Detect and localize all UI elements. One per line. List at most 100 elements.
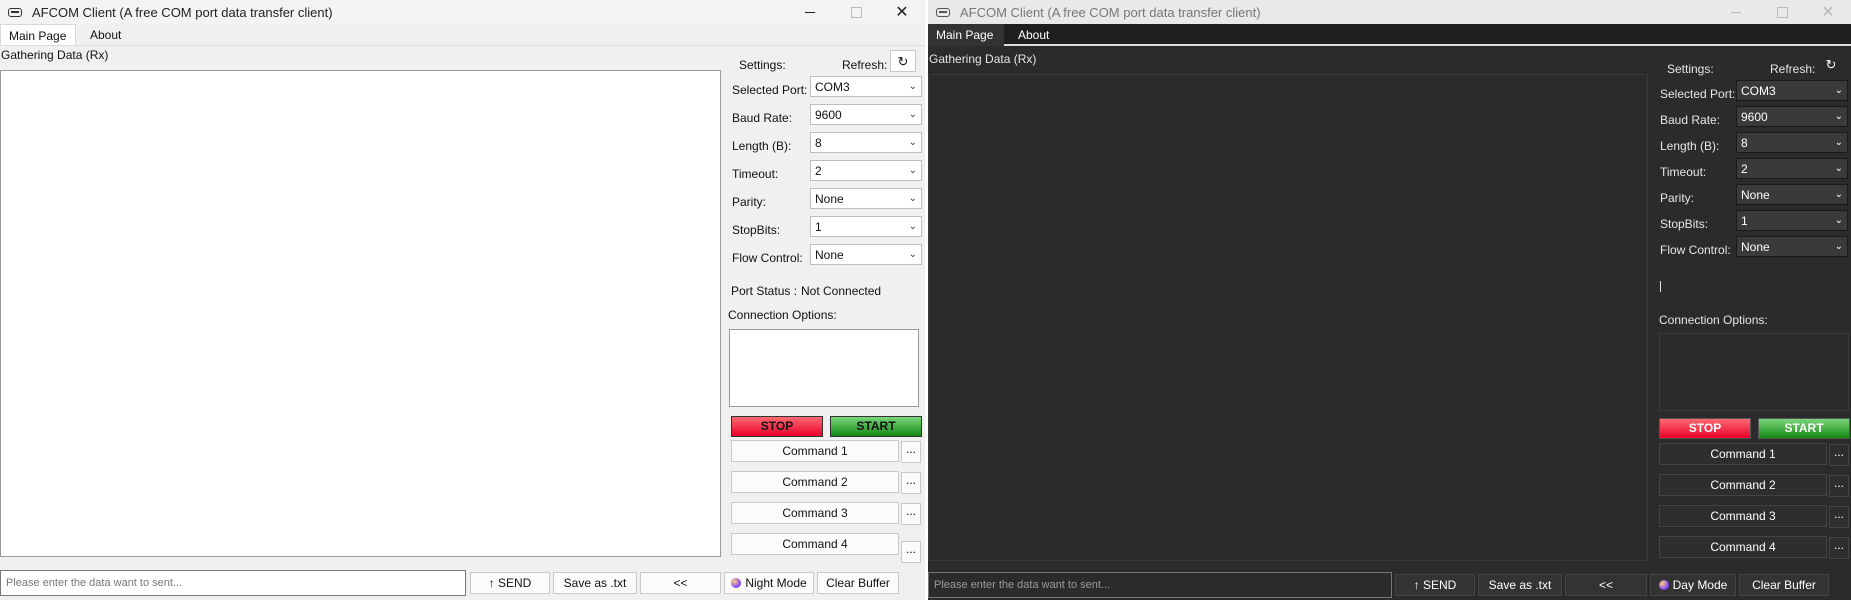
chevron-down-icon: ⌄: [1834, 215, 1843, 226]
command-3-options-button[interactable]: ...: [901, 503, 921, 525]
rx-data-area[interactable]: [0, 70, 721, 557]
command-4-button[interactable]: Command 4: [731, 533, 899, 555]
start-button[interactable]: START: [830, 416, 922, 437]
save-as-txt-button[interactable]: Save as .txt: [553, 572, 637, 594]
settings-panel: Settings: Refresh: ↻ Selected Port: COM3 ⌄…: [728, 50, 925, 306]
chevron-down-icon: ⌄: [908, 109, 917, 120]
close-button[interactable]: ✕: [879, 0, 925, 24]
command-3-options-button[interactable]: ...: [1829, 506, 1849, 528]
port-select[interactable]: COM3 ⌄: [810, 76, 922, 97]
stopbits-select[interactable]: 1 ⌄: [810, 216, 922, 237]
field-label-port: Selected Port:: [1660, 87, 1736, 101]
moon-icon: [731, 578, 742, 588]
parity-select[interactable]: None ⌄: [1736, 184, 1848, 205]
length-select[interactable]: 8 ⌄: [1736, 132, 1848, 153]
field-label-baud: Baud Rate:: [732, 111, 793, 125]
port-select[interactable]: COM3 ⌄: [1736, 80, 1848, 101]
flow-control-select[interactable]: None ⌄: [810, 244, 922, 265]
rx-label: Gathering Data (Rx): [1, 48, 109, 62]
tab-about[interactable]: About: [1006, 24, 1062, 46]
send-data-input[interactable]: Please enter the data want to sent...: [0, 570, 466, 596]
chevron-down-icon: ⌄: [908, 249, 917, 260]
chevron-down-icon: ⌄: [908, 193, 917, 204]
field-label-stopbits: StopBits:: [1660, 217, 1709, 231]
command-4-options-button[interactable]: ...: [1829, 537, 1849, 559]
field-label-baud: Baud Rate:: [1660, 113, 1721, 127]
clear-buffer-button[interactable]: Clear Buffer: [817, 572, 899, 594]
field-label-parity: Parity:: [732, 195, 767, 209]
stop-button[interactable]: STOP: [731, 416, 823, 437]
chevron-down-icon: ⌄: [908, 165, 917, 176]
back-button[interactable]: <<: [1565, 574, 1647, 596]
tab-about[interactable]: About: [78, 24, 134, 46]
maximize-button[interactable]: [833, 0, 879, 24]
command-2-options-button[interactable]: ...: [901, 472, 921, 494]
close-button[interactable]: ✕: [1805, 0, 1851, 24]
light-mode-window: AFCOM Client (A free COM port data trans…: [0, 0, 925, 600]
settings-label: Settings:: [1667, 62, 1714, 76]
field-label-timeout: Timeout:: [732, 167, 779, 181]
baud-rate-select[interactable]: 9600 ⌄: [1736, 106, 1848, 127]
command-1-options-button[interactable]: ...: [1829, 444, 1849, 466]
chevron-down-icon: ⌄: [908, 221, 917, 232]
baud-rate-select[interactable]: 9600 ⌄: [810, 104, 922, 125]
tab-main-page[interactable]: Main Page: [0, 24, 76, 46]
minimize-button[interactable]: [787, 0, 833, 24]
command-4-button[interactable]: Command 4: [1659, 536, 1827, 558]
command-2-button[interactable]: Command 2: [731, 471, 899, 493]
command-2-button[interactable]: Command 2: [1659, 474, 1827, 496]
chevron-down-icon: ⌄: [1834, 163, 1843, 174]
rx-data-area[interactable]: [928, 74, 1648, 561]
maximize-button[interactable]: [1759, 0, 1805, 24]
send-button[interactable]: ↑ SEND: [1395, 574, 1475, 596]
send-button[interactable]: ↑ SEND: [470, 572, 550, 594]
parity-select[interactable]: None ⌄: [810, 188, 922, 209]
rx-label: Gathering Data (Rx): [929, 52, 1037, 66]
command-1-button[interactable]: Command 1: [1659, 443, 1827, 465]
flow-control-select[interactable]: None ⌄: [1736, 236, 1848, 257]
app-icon: [936, 7, 950, 17]
command-4-options-button[interactable]: ...: [901, 541, 921, 563]
command-3-button[interactable]: Command 3: [731, 502, 899, 524]
bottom-bar: Please enter the data want to sent... ↑ …: [928, 572, 1851, 598]
chevron-down-icon: ⌄: [908, 81, 917, 92]
chevron-down-icon: ⌄: [1834, 85, 1843, 96]
stopbits-select[interactable]: 1 ⌄: [1736, 210, 1848, 231]
timeout-select[interactable]: 2 ⌄: [810, 160, 922, 181]
day-mode-button[interactable]: Day Mode: [1650, 574, 1736, 596]
field-label-port: Selected Port:: [732, 83, 808, 97]
bottom-bar: Please enter the data want to sent... ↑ …: [0, 570, 925, 596]
field-label-flow: Flow Control:: [732, 251, 803, 265]
window-title: AFCOM Client (A free COM port data trans…: [960, 4, 1261, 20]
field-label-length: Length (B):: [732, 139, 792, 153]
command-1-button[interactable]: Command 1: [731, 440, 899, 462]
port-status-value: Not Connected: [801, 284, 882, 298]
start-button[interactable]: START: [1758, 418, 1850, 439]
field-label-flow: Flow Control:: [1660, 243, 1731, 257]
timeout-select[interactable]: 2 ⌄: [1736, 158, 1848, 179]
send-data-input[interactable]: Please enter the data want to sent...: [928, 572, 1392, 598]
clear-buffer-button[interactable]: Clear Buffer: [1739, 574, 1829, 596]
refresh-icon[interactable]: ↻: [1818, 54, 1844, 76]
tab-bar: Main Page About: [0, 24, 925, 46]
title-bar: AFCOM Client (A free COM port data trans…: [928, 0, 1851, 24]
connection-options-box[interactable]: [729, 329, 919, 407]
command-2-options-button[interactable]: ...: [1829, 475, 1849, 497]
command-3-button[interactable]: Command 3: [1659, 505, 1827, 527]
stop-button[interactable]: STOP: [1659, 418, 1751, 439]
tab-main-page[interactable]: Main Page: [928, 24, 1004, 46]
command-1-options-button[interactable]: ...: [901, 441, 921, 463]
port-status-label: Port Status :: [731, 284, 798, 298]
back-button[interactable]: <<: [640, 572, 721, 594]
length-select[interactable]: 8 ⌄: [810, 132, 922, 153]
text-cursor: [1660, 281, 1661, 292]
refresh-label: Refresh:: [842, 58, 888, 72]
minimize-button[interactable]: [1713, 0, 1759, 24]
title-bar: AFCOM Client (A free COM port data trans…: [0, 0, 925, 24]
connection-options-box[interactable]: [1659, 333, 1849, 411]
field-label-length: Length (B):: [1660, 139, 1720, 153]
refresh-icon[interactable]: ↻: [890, 50, 916, 72]
save-as-txt-button[interactable]: Save as .txt: [1478, 574, 1562, 596]
night-mode-button[interactable]: Night Mode: [724, 572, 814, 594]
chevron-down-icon: ⌄: [1834, 189, 1843, 200]
